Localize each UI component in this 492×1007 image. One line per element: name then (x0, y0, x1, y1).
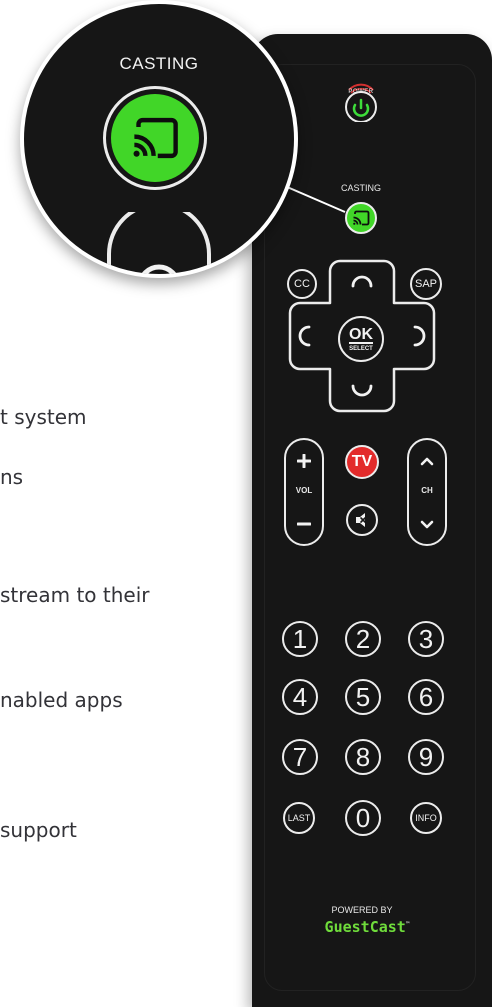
power-icon (345, 83, 377, 123)
casting-label: CASTING (340, 183, 381, 193)
power-label: POWER (348, 89, 374, 95)
number-3-button[interactable]: 3 (408, 621, 444, 657)
cast-icon (353, 210, 370, 226)
dpad-down-button[interactable] (340, 372, 384, 410)
number-1-button[interactable]: 1 (282, 621, 318, 657)
number-8-button[interactable]: 8 (345, 739, 381, 775)
brand-trademark: ™ (405, 921, 410, 928)
number-2-button[interactable]: 2 (345, 621, 381, 657)
number-7-button[interactable]: 7 (282, 739, 318, 775)
ok-label: OK (349, 325, 373, 344)
number-9-button[interactable]: 9 (408, 739, 444, 775)
plus-icon (297, 454, 311, 468)
dpad-left-button[interactable] (292, 306, 330, 366)
select-label: SELECT (349, 345, 373, 352)
powered-by-label: POWERED BY (331, 905, 393, 915)
feature-line-support: support (0, 818, 77, 842)
zoom-dpad-partial (107, 212, 211, 274)
number-4-button[interactable]: 4 (282, 679, 318, 715)
tv-button[interactable]: TV (345, 445, 379, 479)
chevron-up-icon (420, 457, 434, 466)
mute-icon (356, 513, 366, 527)
ch-label: CH (421, 486, 433, 495)
ok-select-button[interactable]: OK SELECT (338, 316, 384, 362)
feature-line-stream: stream to their (0, 583, 150, 607)
number-5-button[interactable]: 5 (345, 679, 381, 715)
zoom-cast-icon (133, 117, 178, 159)
power-button[interactable]: POWER (341, 80, 381, 123)
vol-label: VOL (295, 486, 313, 495)
minus-icon (297, 522, 311, 526)
zoom-cast-button (103, 86, 207, 190)
mute-button[interactable] (346, 504, 378, 536)
zoom-casting-label: CASTING (119, 54, 199, 73)
last-button[interactable]: LAST (283, 802, 315, 834)
feature-line-system: t system (0, 405, 87, 429)
feature-line-ns: ns (0, 465, 24, 489)
number-0-button[interactable]: 0 (345, 800, 381, 836)
dpad-up-button[interactable] (340, 262, 384, 300)
guestcast-logo: GuestCast™ (302, 918, 432, 936)
info-button[interactable]: INFO (410, 802, 442, 834)
chevron-down-icon (420, 520, 434, 529)
casting-zoom-callout: CASTING (20, 0, 298, 278)
brand-name: GuestCast (324, 918, 406, 936)
feature-line-apps: nabled apps (0, 688, 123, 712)
number-6-button[interactable]: 6 (408, 679, 444, 715)
dpad-right-button[interactable] (394, 306, 432, 366)
cast-button[interactable] (345, 202, 377, 234)
